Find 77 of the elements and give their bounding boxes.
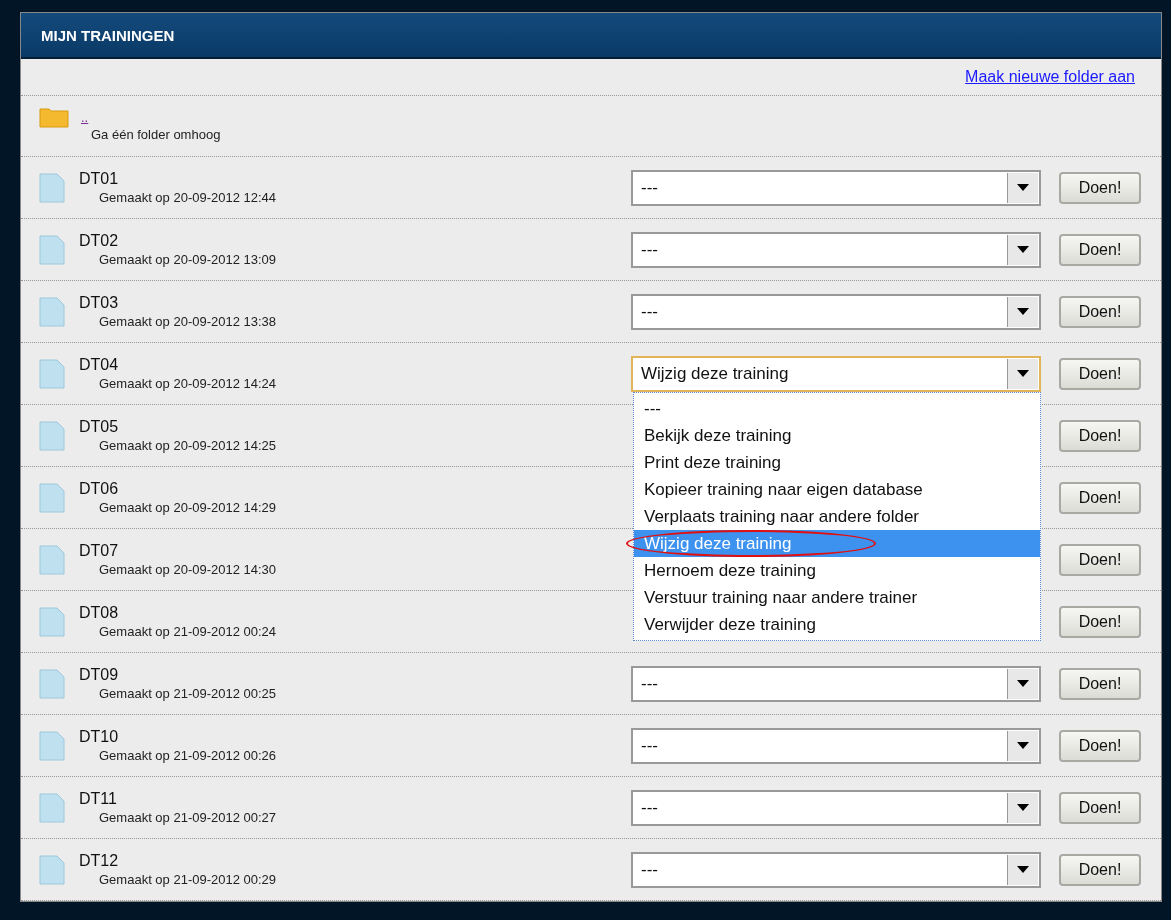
training-name[interactable]: DT08 [79, 604, 119, 622]
document-icon [39, 172, 65, 203]
do-button[interactable]: Doen! [1059, 481, 1141, 514]
dropdown-option[interactable]: Kopieer training naar eigen database [634, 475, 1040, 503]
training-name[interactable]: DT05 [79, 418, 119, 436]
do-button[interactable]: Doen! [1059, 233, 1141, 266]
document-icon [39, 420, 65, 451]
new-folder-link[interactable]: Maak nieuwe folder aan [965, 68, 1135, 86]
training-name[interactable]: DT03 [79, 294, 119, 312]
document-icon [39, 792, 65, 823]
caret-icon [1017, 246, 1029, 253]
dropdown-option[interactable]: Bekijk deze training [634, 421, 1040, 449]
document-icon [39, 730, 65, 761]
document-icon [39, 296, 65, 327]
training-name[interactable]: DT04 [79, 356, 119, 374]
document-icon [39, 606, 65, 637]
action-dropdown[interactable]: --- [631, 789, 1041, 826]
do-button[interactable]: Doen! [1059, 419, 1141, 452]
created-date: Gemaakt op 21-09-2012 00:27 [99, 810, 277, 825]
document-icon [39, 358, 65, 389]
caret-icon [1017, 804, 1029, 811]
dropdown-option[interactable]: Print deze training [634, 448, 1040, 476]
do-button[interactable]: Doen! [1059, 729, 1141, 762]
training-name[interactable]: DT01 [79, 170, 119, 188]
action-dropdown[interactable]: --- [631, 665, 1041, 702]
training-name[interactable]: DT09 [79, 666, 119, 684]
created-date: Gemaakt op 20-09-2012 13:38 [99, 314, 277, 329]
action-dropdown[interactable]: --- [631, 231, 1041, 268]
created-date: Gemaakt op 21-09-2012 00:24 [99, 624, 277, 639]
dropdown-option[interactable]: Verstuur training naar andere trainer [634, 583, 1040, 611]
training-name[interactable]: DT07 [79, 542, 119, 560]
created-date: Gemaakt op 20-09-2012 14:30 [99, 562, 277, 577]
parent-folder-label: Ga één folder omhoog [91, 127, 221, 142]
do-button[interactable]: Doen! [1059, 171, 1141, 204]
do-button[interactable]: Doen! [1059, 543, 1141, 576]
caret-icon [1017, 866, 1029, 873]
dropdown-option[interactable]: Verwijder deze training [634, 610, 1040, 638]
document-icon [39, 482, 65, 513]
do-button[interactable]: Doen! [1059, 357, 1141, 390]
caret-icon [1017, 370, 1029, 377]
document-icon [39, 668, 65, 699]
created-date: Gemaakt op 20-09-2012 14:25 [99, 438, 277, 453]
do-button[interactable]: Doen! [1059, 791, 1141, 824]
caret-icon [1017, 680, 1029, 687]
dropdown-option[interactable]: Hernoem deze training [634, 556, 1040, 584]
folder-icon [39, 106, 69, 128]
do-button[interactable]: Doen! [1059, 605, 1141, 638]
training-name[interactable]: DT02 [79, 232, 119, 250]
created-date: Gemaakt op 20-09-2012 13:09 [99, 252, 277, 267]
caret-icon [1017, 308, 1029, 315]
action-dropdown[interactable]: --- [631, 293, 1041, 330]
document-icon [39, 854, 65, 885]
document-icon [39, 234, 65, 265]
parent-folder-link[interactable]: .. [81, 110, 89, 125]
created-date: Gemaakt op 20-09-2012 14:24 [99, 376, 277, 391]
created-date: Gemaakt op 20-09-2012 14:29 [99, 500, 277, 515]
created-date: Gemaakt op 21-09-2012 00:29 [99, 872, 277, 887]
created-date: Gemaakt op 21-09-2012 00:25 [99, 686, 277, 701]
created-date: Gemaakt op 21-09-2012 00:26 [99, 748, 277, 763]
action-dropdown[interactable]: Wijzig deze training [631, 355, 1041, 392]
training-name[interactable]: DT10 [79, 728, 119, 746]
dropdown-option[interactable]: Verplaats training naar andere folder [634, 502, 1040, 530]
training-name[interactable]: DT11 [79, 790, 117, 808]
caret-icon [1017, 742, 1029, 749]
action-dropdown[interactable]: --- [631, 169, 1041, 206]
caret-icon [1017, 184, 1029, 191]
panel-title: MIJN TRAININGEN [41, 26, 175, 44]
document-icon [39, 544, 65, 575]
action-dropdown[interactable]: --- [631, 851, 1041, 888]
created-date: Gemaakt op 20-09-2012 12:44 [99, 190, 277, 205]
action-dropdown[interactable]: --- [631, 727, 1041, 764]
do-button[interactable]: Doen! [1059, 295, 1141, 328]
do-button[interactable]: Doen! [1059, 853, 1141, 886]
do-button[interactable]: Doen! [1059, 667, 1141, 700]
training-name[interactable]: DT12 [79, 852, 119, 870]
training-name[interactable]: DT06 [79, 480, 119, 498]
dropdown-option[interactable]: --- [634, 394, 1040, 422]
